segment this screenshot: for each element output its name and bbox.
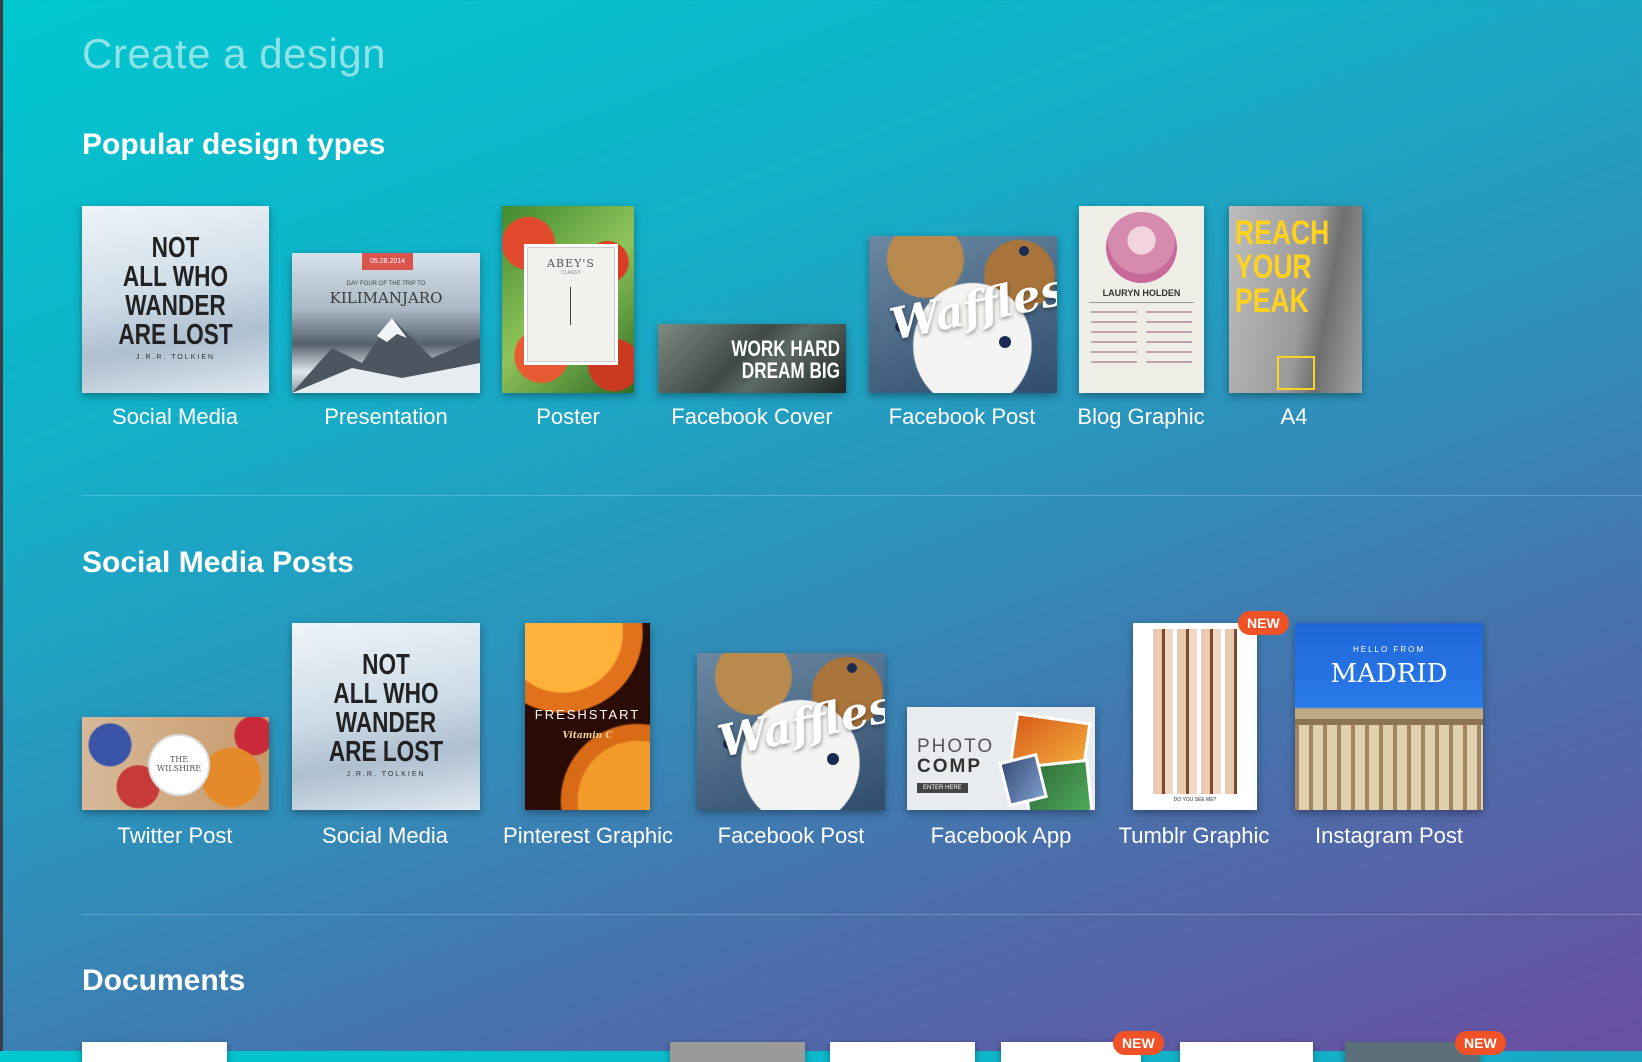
thumb-author: J.R.R. TOLKIEN: [135, 354, 216, 361]
poster-thumbnail: ABEY'S CLASSY: [502, 206, 634, 393]
thumb-subtitle: ENTER HERE: [917, 783, 968, 793]
thumb-quote-line: DREAM BIG: [741, 358, 840, 383]
blog-graphic-thumbnail: LAURYN HOLDEN: [1079, 206, 1204, 393]
pinterest-graphic-thumbnail: FRESHSTART Vitamin C: [525, 623, 650, 810]
design-label: Social Media: [322, 823, 448, 848]
design-label: Facebook Post: [888, 404, 1036, 429]
design-label: Instagram Post: [1315, 823, 1463, 848]
thumb-quote-line: PEAK: [1235, 282, 1309, 320]
design-label: Tumblr Graphic: [1118, 823, 1270, 848]
thumb-quote-line: COMP: [917, 755, 982, 777]
thumb-quote-line: NOT: [151, 232, 200, 264]
facebook-app-thumbnail: PHOTO COMP ENTER HERE: [907, 707, 1095, 810]
thumb-quote-line: WANDER: [335, 707, 437, 739]
thumb-heading: ABEY'S: [547, 257, 595, 270]
thumb-quote-line: ARE LOST: [118, 319, 233, 351]
instagram-post-thumbnail: HELLO FROM MADRID: [1295, 623, 1483, 810]
design-label: A4: [1280, 404, 1308, 429]
avatar: [1106, 212, 1177, 283]
facebook-post-thumbnail: Waffles: [869, 236, 1057, 393]
thumb-quote-line: PHOTO: [917, 736, 995, 757]
thumb-quote-line: WANDER: [125, 290, 226, 322]
document-thumbnail[interactable]: [670, 1042, 805, 1062]
new-badge: NEW: [1238, 611, 1289, 635]
facebook-cover-thumbnail: WORK HARD DREAM BIG: [658, 324, 846, 393]
design-label: Social Media: [112, 404, 238, 429]
section-title-documents: Documents: [82, 964, 246, 997]
design-label: Facebook App: [930, 823, 1072, 848]
window-left-edge: [0, 0, 3, 1051]
thumb-heading: FRESHSTART: [534, 707, 641, 722]
design-label: Blog Graphic: [1077, 404, 1205, 429]
tumblr-graphic-thumbnail: DO YOU SEE ME?: [1133, 623, 1257, 810]
new-badge: NEW: [1113, 1031, 1164, 1055]
thumb-heading: KILIMANJARO: [329, 289, 443, 307]
design-label: Poster: [536, 404, 600, 429]
document-thumbnail[interactable]: [830, 1042, 975, 1062]
document-thumbnail[interactable]: [1180, 1042, 1313, 1062]
facebook-post-thumbnail: Waffles: [697, 653, 885, 810]
twitter-post-thumbnail: THE WILSHIRE: [82, 717, 269, 810]
thumb-author: J.R.R. TOLKIEN: [346, 771, 426, 778]
page-title: Create a design: [82, 30, 387, 77]
thumb-quote-line: ALL WHO: [122, 261, 229, 293]
thumb-subtitle: DO YOU SEE ME?: [1173, 797, 1217, 803]
document-thumbnail[interactable]: [82, 1042, 227, 1062]
design-label: Twitter Post: [117, 823, 233, 848]
design-label: Pinterest Graphic: [503, 823, 673, 848]
new-badge: NEW: [1455, 1031, 1506, 1055]
section-divider: [82, 495, 1642, 496]
a4-thumbnail: REACH YOUR PEAK: [1229, 206, 1362, 393]
thumb-heading: LAURYN HOLDEN: [1102, 288, 1181, 298]
design-label: Facebook Cover: [671, 404, 833, 429]
presentation-thumbnail: 05.28.2014 DAY FOUR OF THE TRIP TO KILIM…: [292, 253, 480, 393]
thumb-quote-line: WORK HARD: [731, 336, 840, 361]
section-title-social: Social Media Posts: [82, 546, 354, 579]
thumb-heading: Waffles: [885, 264, 1057, 351]
thumb-subtitle: CLASSY: [561, 270, 581, 276]
social-media-thumbnail: NOT ALL WHO WANDER ARE LOST J.R.R. TOLKI…: [82, 206, 269, 393]
thumb-quote-line: ARE LOST: [328, 736, 444, 768]
thumb-quote-line: YOUR: [1235, 248, 1312, 286]
thumb-date: 05.28.2014: [362, 253, 414, 270]
thumb-subtitle: HELLO FROM: [1352, 645, 1425, 654]
thumb-quote-line: NOT: [362, 649, 410, 681]
section-title-popular: Popular design types: [82, 128, 386, 161]
design-label: Facebook Post: [717, 823, 865, 848]
thumb-heading: MADRID: [1330, 659, 1448, 689]
social-media-thumbnail: NOT ALL WHO WANDER ARE LOST J.R.R. TOLKI…: [292, 623, 480, 810]
thumb-quote-line: REACH: [1235, 214, 1330, 252]
mountain-graphic: [292, 318, 480, 393]
thumb-subtitle: DAY FOUR OF THE TRIP TO: [346, 281, 426, 287]
thumb-heading: Waffles: [713, 681, 885, 768]
thumb-heading: THE WILSHIRE: [156, 755, 202, 773]
thumb-quote-line: ALL WHO: [333, 678, 439, 710]
section-divider: [82, 914, 1642, 915]
design-label: Presentation: [324, 404, 448, 429]
thumb-subtitle: Vitamin C: [562, 731, 613, 741]
